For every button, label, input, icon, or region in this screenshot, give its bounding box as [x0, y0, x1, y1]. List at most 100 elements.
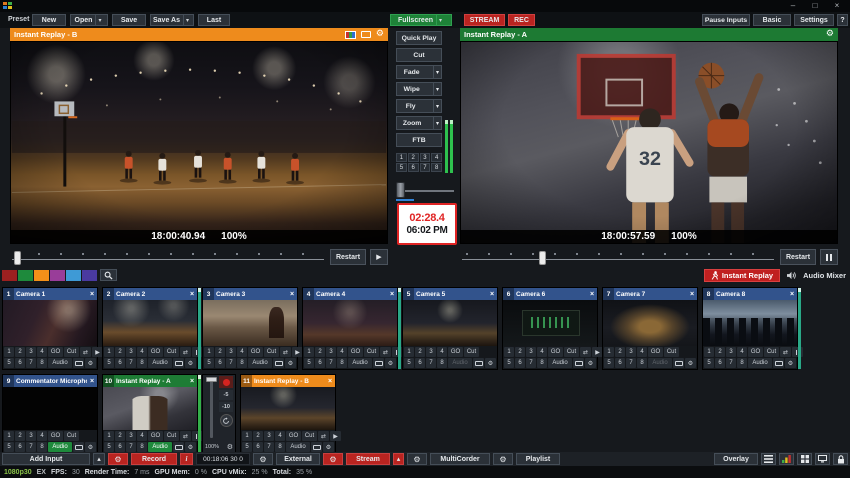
colorbars-icon[interactable] — [345, 31, 356, 39]
output-monitor-button[interactable] — [573, 358, 584, 368]
overlay-6-button[interactable]: 6 — [15, 442, 25, 452]
overlay-2-button[interactable]: 2 — [515, 347, 525, 357]
overlay-7-button[interactable]: 7 — [726, 358, 736, 368]
input-settings-button[interactable]: ⚙ — [585, 358, 596, 368]
input-header[interactable]: 6Camera 6× — [503, 288, 597, 300]
overlay-5-button[interactable]: 5 — [304, 358, 314, 368]
output-monitor-button[interactable] — [311, 442, 322, 452]
close-button[interactable]: × — [826, 0, 848, 12]
loop-icon[interactable]: ⇄ — [380, 347, 391, 357]
overlay-6-button[interactable]: 6 — [253, 442, 263, 452]
overlay-1-button[interactable]: 1 — [4, 347, 14, 357]
input-header[interactable]: 9Commentator Microphone× — [3, 375, 97, 387]
restart-button[interactable]: Restart — [330, 249, 366, 265]
overlay-3-button[interactable]: 3 — [426, 347, 436, 357]
stream-button[interactable]: Stream — [346, 453, 390, 465]
save-as-dropdown-icon[interactable]: ▾ — [183, 15, 191, 25]
go-button[interactable]: GO — [748, 347, 763, 357]
overlay-1-button[interactable]: 1 — [4, 431, 14, 441]
input-settings-button[interactable]: ⚙ — [185, 442, 196, 452]
output-monitor-button[interactable] — [373, 358, 384, 368]
category-swatch-2[interactable] — [18, 270, 33, 281]
overlay-8-button[interactable]: 8 — [137, 442, 147, 452]
lock-button[interactable] — [833, 453, 848, 465]
overlay-2-button[interactable]: 2 — [715, 347, 725, 357]
overlay-6-button[interactable]: 6 — [715, 358, 725, 368]
preview-left-video[interactable]: 18:00:40.94 100% — [10, 41, 388, 244]
loop-icon[interactable]: ⇄ — [780, 347, 791, 357]
overlay-4-button[interactable]: 4 — [275, 431, 285, 441]
output-monitor-button[interactable] — [273, 358, 284, 368]
overlay-4-button[interactable]: 4 — [537, 347, 547, 357]
overlay-7-button[interactable]: 7 — [626, 358, 636, 368]
speaker-icon[interactable] — [786, 271, 797, 280]
category-swatch-5[interactable] — [66, 270, 81, 281]
input-thumbnail[interactable] — [3, 387, 97, 430]
overlay-6-button[interactable]: 6 — [115, 442, 125, 452]
close-input-button[interactable]: × — [787, 291, 797, 298]
go-button[interactable]: GO — [348, 347, 363, 357]
cut-button[interactable]: Cut — [564, 347, 579, 357]
audio-meters-button[interactable] — [779, 453, 794, 465]
audio-button[interactable]: Audio — [48, 442, 72, 452]
category-swatch-3[interactable] — [34, 270, 49, 281]
wipe-dropdown-icon[interactable]: ▾ — [433, 83, 441, 95]
audio-mixer-label[interactable]: Audio Mixer — [803, 271, 846, 280]
transition-number-7-button[interactable]: 7 — [420, 163, 431, 172]
settings-button[interactable]: Settings — [794, 14, 834, 26]
playlist-settings-button[interactable]: ⚙ — [493, 453, 513, 465]
input-thumbnail[interactable] — [203, 300, 297, 346]
overlay-7-button[interactable]: 7 — [426, 358, 436, 368]
record-settings-button[interactable]: ⚙ — [108, 453, 128, 465]
go-button[interactable]: GO — [548, 347, 563, 357]
transition-number-2-button[interactable]: 2 — [408, 153, 419, 162]
overlay-1-button[interactable]: 1 — [104, 431, 114, 441]
overlay-7-button[interactable]: 7 — [226, 358, 236, 368]
category-swatch-6[interactable] — [82, 270, 97, 281]
category-swatch-4[interactable] — [50, 270, 65, 281]
input-header[interactable]: 11Instant Replay - B× — [241, 375, 335, 387]
preview-right-header[interactable]: Instant Replay - A ⚙ — [460, 28, 838, 41]
overlay-4-button[interactable]: 4 — [37, 347, 47, 357]
overlay-8-button[interactable]: 8 — [637, 358, 647, 368]
cut-button[interactable]: Cut — [364, 347, 379, 357]
go-button[interactable]: GO — [48, 431, 63, 441]
basic-button[interactable]: Basic — [753, 14, 791, 26]
input-thumbnail[interactable] — [603, 300, 697, 346]
overlay-1-button[interactable]: 1 — [404, 347, 414, 357]
add-input-button[interactable]: Add Input — [2, 453, 90, 465]
reset-knob[interactable] — [220, 414, 233, 427]
quick-play-button[interactable]: Quick Play — [396, 31, 442, 45]
audio-button[interactable]: Audio — [248, 358, 272, 368]
input-thumbnail[interactable] — [503, 300, 597, 346]
loop-icon[interactable]: ⇄ — [580, 347, 591, 357]
overlay-5-button[interactable]: 5 — [704, 358, 714, 368]
go-button[interactable]: GO — [648, 347, 663, 357]
cut-button[interactable]: Cut — [164, 347, 179, 357]
overlay-5-button[interactable]: 5 — [242, 442, 252, 452]
overlay-8-button[interactable]: 8 — [37, 358, 47, 368]
rec-indicator-button[interactable]: REC — [508, 14, 535, 26]
record-button[interactable]: Record — [131, 453, 177, 465]
transition-number-4-button[interactable]: 4 — [431, 153, 442, 162]
audio-button[interactable]: Audio — [286, 442, 310, 452]
overlay-3-button[interactable]: 3 — [326, 347, 336, 357]
minimize-button[interactable]: – — [782, 0, 804, 12]
overlay-4-button[interactable]: 4 — [137, 347, 147, 357]
cut-button[interactable]: Cut — [396, 48, 442, 62]
tbar-handle[interactable] — [396, 182, 405, 198]
fullscreen-dropdown-icon[interactable]: ▾ — [436, 15, 444, 25]
input-settings-button[interactable]: ⚙ — [785, 358, 796, 368]
input-header[interactable]: 2Camera 2× — [103, 288, 197, 300]
overlay-3-button[interactable]: 3 — [264, 431, 274, 441]
overlay-3-button[interactable]: 3 — [126, 347, 136, 357]
loop-icon[interactable]: ⇄ — [80, 347, 91, 357]
overlay-7-button[interactable]: 7 — [526, 358, 536, 368]
fader-handle[interactable] — [206, 377, 217, 382]
overlay-2-button[interactable]: 2 — [115, 431, 125, 441]
loop-icon[interactable]: ⇄ — [180, 347, 191, 357]
monitor-icon[interactable] — [361, 31, 371, 38]
close-input-button[interactable]: × — [187, 378, 197, 385]
fade-button[interactable]: Fade▾ — [396, 65, 442, 79]
zoom-dropdown-icon[interactable]: ▾ — [433, 117, 441, 129]
